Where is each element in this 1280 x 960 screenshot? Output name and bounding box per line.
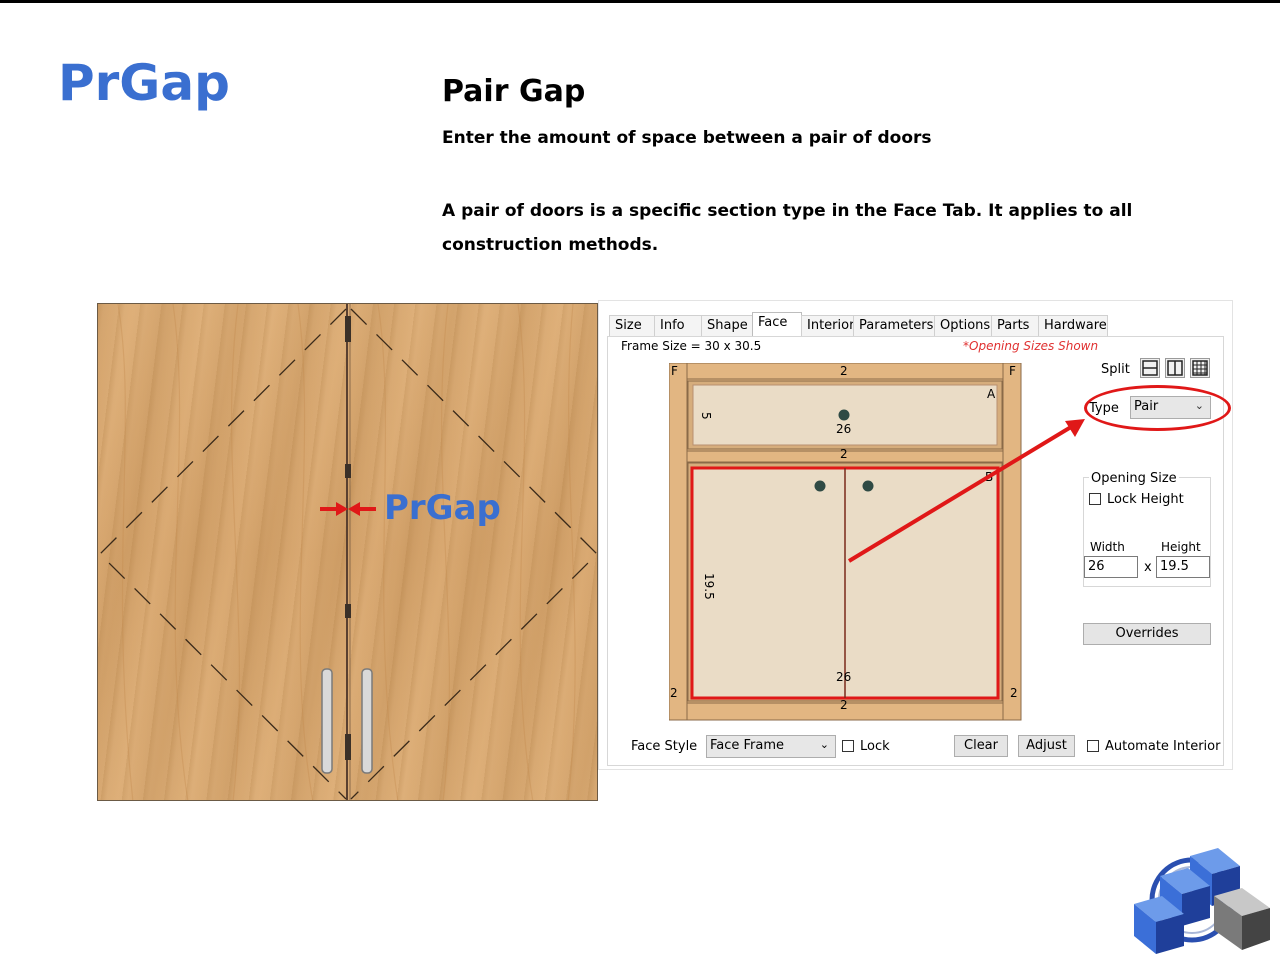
split-grid-button[interactable]	[1190, 358, 1210, 378]
left-stile-width: 2	[670, 686, 678, 700]
opening-sizes-note: *Opening Sizes Shown	[963, 339, 1099, 353]
tab-size[interactable]: Size	[609, 315, 655, 336]
company-logo	[1130, 846, 1275, 958]
tab-info[interactable]: Info	[654, 315, 702, 336]
lock-height-checkbox[interactable]	[1089, 493, 1101, 505]
tab-hardware[interactable]: Hardware	[1038, 315, 1108, 336]
tab-shape[interactable]: Shape	[701, 315, 753, 336]
frame-size-readout: Frame Size = 30 x 30.5	[621, 339, 762, 353]
subtitle: Enter the amount of space between a pair…	[442, 128, 932, 148]
tab-interior[interactable]: Interior	[801, 315, 854, 336]
opening-size-title: Opening Size	[1089, 471, 1179, 486]
overrides-button[interactable]: Overrides	[1083, 623, 1211, 645]
right-stile-width: 2	[1010, 686, 1018, 700]
lock-checkbox[interactable]	[842, 740, 854, 752]
automate-interior-checkbox[interactable]	[1087, 740, 1099, 752]
width-label: Width	[1090, 540, 1125, 554]
automate-interior-label: Automate Interior	[1105, 739, 1221, 754]
door-height: 19.5	[702, 573, 716, 600]
face-style-select[interactable]: Face Frame ⌄	[706, 735, 836, 758]
drawer-height: 5	[699, 412, 713, 420]
face-style-value: Face Frame	[710, 738, 785, 753]
page-title: Pair Gap	[442, 74, 586, 109]
tab-parameters[interactable]: Parameters	[853, 315, 935, 336]
section-a-label: A	[987, 387, 996, 401]
height-label: Height	[1161, 540, 1201, 554]
description: A pair of doors is a specific section ty…	[442, 201, 1133, 255]
lock-label: Lock	[860, 739, 890, 754]
pointer-arrow	[847, 419, 1085, 563]
face-style-label: Face Style	[631, 739, 698, 754]
split-vertical-icon	[1167, 360, 1183, 376]
times-sign: x	[1144, 560, 1152, 575]
type-highlight-ellipse	[1084, 385, 1231, 431]
width-input[interactable]: 26	[1084, 556, 1138, 578]
chevron-down-icon: ⌄	[819, 738, 829, 751]
height-input[interactable]: 19.5	[1156, 556, 1210, 578]
gap-callout-label: PrGap	[384, 488, 501, 528]
split-horizontal-icon	[1142, 360, 1158, 376]
tab-face[interactable]: Face	[752, 312, 802, 336]
bottom-rail-width: 2	[840, 698, 848, 712]
cabinet-properties-dialog: Size Info Shape Face Interior Parameters…	[598, 300, 1233, 770]
tab-strip: Size Info Shape Face Interior Parameters…	[609, 312, 1108, 337]
lock-height-label: Lock Height	[1107, 492, 1184, 507]
brand-title: PrGap	[58, 54, 230, 112]
tab-options[interactable]: Options	[934, 315, 992, 336]
top-border-line	[0, 0, 1280, 3]
corner-label-right: F	[1009, 364, 1016, 378]
door-pair-image	[97, 303, 598, 801]
split-label: Split	[1101, 362, 1130, 377]
split-horizontal-button[interactable]	[1140, 358, 1160, 378]
corner-label-left: F	[671, 364, 678, 378]
split-grid-icon	[1192, 360, 1208, 376]
clear-button[interactable]: Clear	[954, 735, 1008, 757]
split-vertical-button[interactable]	[1165, 358, 1185, 378]
door-width: 26	[836, 670, 851, 684]
top-rail-width: 2	[840, 364, 848, 378]
adjust-button[interactable]: Adjust	[1018, 735, 1075, 757]
tab-parts[interactable]: Parts	[991, 315, 1039, 336]
